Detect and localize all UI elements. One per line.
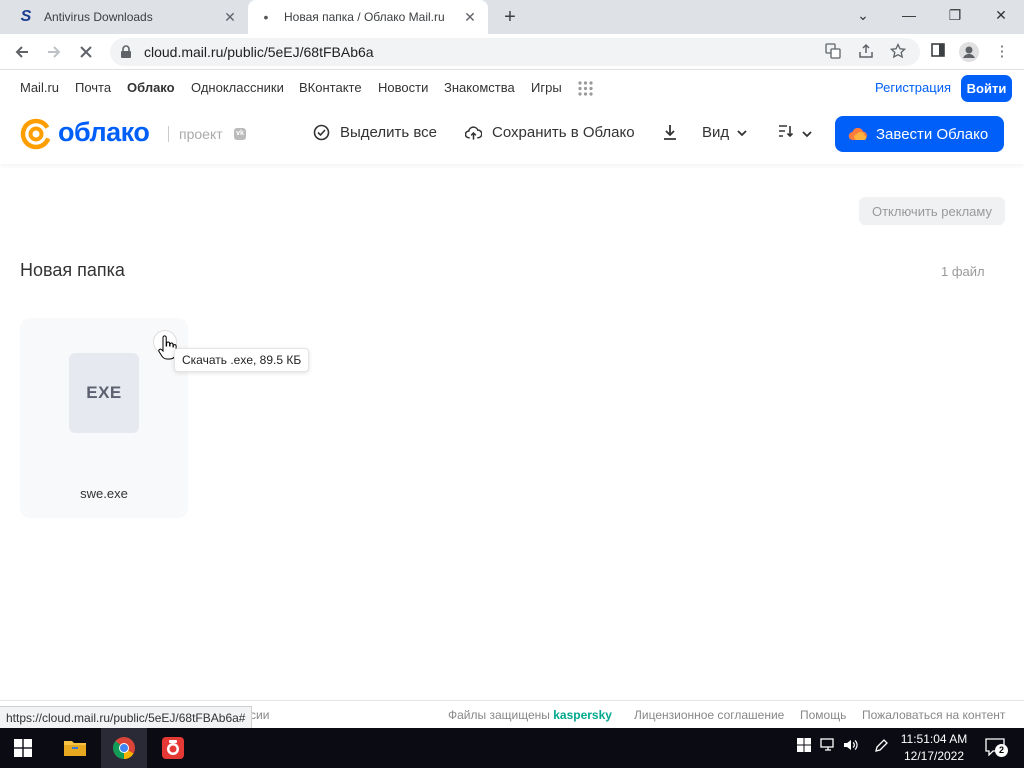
logo-separator (168, 126, 169, 142)
portal-link-cloud[interactable]: Облако (127, 80, 175, 95)
portal-link-games[interactable]: Игры (531, 80, 562, 95)
exe-file-icon: EXE (69, 353, 139, 433)
pen-icon[interactable] (872, 738, 890, 758)
folder-title: Новая папка (20, 260, 125, 280)
file-name: swe.exe (80, 486, 128, 501)
stop-loading-button[interactable] (72, 38, 100, 66)
tab-strip: S Antivirus Downloads ✕ • Новая папка / … (0, 0, 1024, 34)
portal-link-mail[interactable]: Почта (75, 80, 111, 95)
file-type-label: EXE (86, 383, 122, 402)
windows-taskbar: 11:51:04 AM 12/17/2022 2 (0, 728, 1024, 768)
tab-title: Новая папка / Облако Mail.ru (284, 10, 445, 24)
get-cloud-button[interactable]: Завести Облако (835, 116, 1004, 152)
chrome-taskbar[interactable] (101, 728, 147, 768)
select-all-label: Выделить все (340, 124, 438, 141)
clock-date: 12/17/2022 (903, 749, 965, 763)
get-cloud-label: Завести Облако (876, 125, 989, 143)
save-to-cloud-label: Сохранить в Облако (492, 124, 635, 141)
check-circle-icon (313, 124, 330, 141)
app-taskbar[interactable] (150, 728, 196, 768)
translate-icon[interactable] (824, 43, 842, 61)
register-link[interactable]: Регистрация (875, 80, 951, 95)
portal-nav: Mail.ru Почта Облако Одноклассники ВКонт… (0, 70, 1024, 106)
cloud-header: облако проект vk Выделить все Сохранить … (0, 106, 1024, 164)
new-tab-button[interactable]: + (498, 5, 522, 29)
system-clock[interactable]: 11:51:04 AM 12/17/2022 (898, 731, 970, 765)
volume-icon[interactable] (842, 738, 860, 758)
files-protected-text: Файлы защищены kaspersky (448, 708, 612, 722)
portal-link-dating[interactable]: Знакомства (444, 80, 515, 95)
url-text: cloud.mail.ru/public/5eEJ/68tFBAb6a (144, 44, 374, 60)
status-bar-url: https://cloud.mail.ru/public/5eEJ/68tFBA… (0, 706, 253, 728)
download-all-button[interactable] (661, 124, 688, 141)
portal-link-news[interactable]: Новости (378, 80, 428, 95)
sort-icon (778, 124, 794, 142)
bookmark-star-icon[interactable] (889, 42, 907, 61)
footer-link-partial[interactable]: сии (250, 708, 269, 722)
security-shield-icon[interactable] (795, 738, 813, 758)
kaspersky-logo[interactable]: kaspersky (553, 708, 612, 722)
notifications-icon[interactable]: 2 (984, 738, 1008, 758)
protected-label: Файлы защищены (448, 708, 550, 722)
camera-app-icon (162, 737, 184, 759)
address-bar[interactable]: cloud.mail.ru/public/5eEJ/68tFBAb6a (110, 38, 920, 66)
download-tooltip: Скачать .exe, 89.5 КБ (174, 348, 310, 372)
loading-icon: • (263, 9, 269, 25)
select-all-button[interactable]: Выделить все (313, 124, 437, 141)
all-projects-grid-icon[interactable] (578, 81, 593, 99)
close-window-button[interactable]: ✕ (978, 0, 1024, 30)
cloud-logo-text[interactable]: облако (58, 117, 150, 148)
tab-antivirus-downloads[interactable]: S Antivirus Downloads ✕ (8, 0, 248, 34)
sort-dropdown[interactable] (778, 124, 812, 142)
tab-title: Antivirus Downloads (44, 10, 153, 24)
save-to-cloud-button[interactable]: Сохранить в Облако (465, 124, 635, 141)
chevron-down-icon (737, 124, 747, 141)
notification-count-badge: 2 (995, 744, 1008, 757)
lock-icon (120, 45, 134, 59)
clock-time: 11:51:04 AM (900, 732, 968, 746)
portal-link-ok[interactable]: Одноклассники (191, 80, 284, 95)
chevron-down-icon (802, 125, 812, 142)
view-dropdown[interactable]: Вид (702, 124, 747, 141)
close-icon (80, 46, 92, 58)
close-tab-icon[interactable]: ✕ (222, 9, 238, 26)
tab-search-chevron-icon[interactable]: ⌄ (840, 0, 886, 30)
view-label: Вид (702, 124, 730, 141)
minimize-button[interactable]: — (886, 0, 932, 30)
profile-avatar-icon[interactable] (959, 42, 979, 62)
portal-link-vk[interactable]: ВКонтакте (299, 80, 362, 95)
browser-toolbar: cloud.mail.ru/public/5eEJ/68tFBAb6a ⋮ (0, 34, 1024, 70)
windows-logo-icon (14, 739, 32, 757)
tab-cloud-folder[interactable]: • Новая папка / Облако Mail.ru ✕ (248, 0, 488, 34)
folder-icon (64, 741, 86, 756)
help-link[interactable]: Помощь (800, 708, 846, 722)
chrome-icon (112, 737, 135, 759)
file-count: 1 файл (941, 264, 985, 279)
disable-ads-button[interactable]: Отключить рекламу (859, 197, 1005, 225)
portal-link-mailru[interactable]: Mail.ru (20, 80, 59, 95)
arrow-left-icon (15, 46, 28, 58)
close-tab-icon[interactable]: ✕ (462, 9, 478, 26)
file-explorer-taskbar[interactable] (52, 728, 98, 768)
side-panel-icon[interactable] (928, 42, 948, 62)
cloud-icon (848, 127, 867, 141)
download-icon (661, 124, 678, 141)
share-icon[interactable] (857, 43, 875, 61)
arrow-right-icon (48, 46, 61, 58)
forward-button[interactable] (40, 38, 68, 66)
network-icon[interactable] (819, 738, 837, 758)
back-button[interactable] (8, 38, 36, 66)
cloud-upload-icon (465, 124, 482, 141)
license-link[interactable]: Лицензионное соглашение (634, 708, 784, 722)
vk-badge-icon: vk (234, 128, 246, 140)
start-button[interactable] (0, 728, 46, 768)
project-label: проект (179, 126, 223, 142)
login-button[interactable]: Войти (961, 75, 1012, 102)
restore-button[interactable]: ❐ (932, 0, 978, 30)
report-content-link[interactable]: Пожаловаться на контент (862, 708, 1005, 722)
browser-menu-icon[interactable]: ⋮ (992, 42, 1012, 62)
site-favicon-icon: S (20, 8, 32, 25)
mailru-at-logo-icon[interactable] (20, 118, 52, 150)
